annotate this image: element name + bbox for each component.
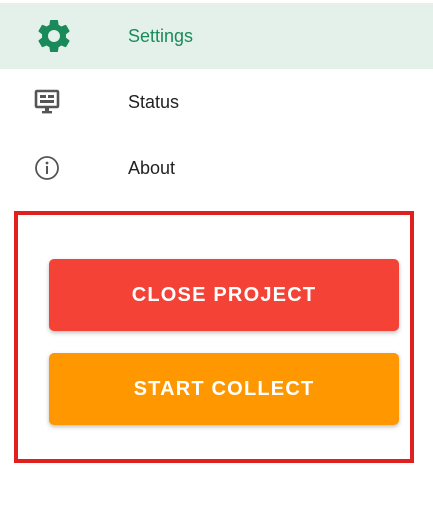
close-project-button[interactable]: CLOSE PROJECT	[49, 259, 399, 331]
nav-item-about[interactable]: About	[0, 135, 433, 201]
gear-icon	[34, 16, 74, 56]
highlight-box	[14, 211, 414, 463]
info-icon	[34, 155, 60, 181]
nav-item-label: About	[128, 157, 176, 178]
monitor-icon	[34, 89, 60, 115]
nav-item-label: Status	[128, 91, 180, 112]
nav-item-status[interactable]: Status	[0, 69, 433, 135]
nav-item-settings[interactable]: Settings	[0, 3, 433, 69]
nav-item-label: Settings	[128, 25, 194, 46]
start-collect-button[interactable]: START COLLECT	[49, 353, 399, 425]
navigation-panel: Settings Status About CLOSE PROJECT STAR…	[0, 0, 433, 507]
